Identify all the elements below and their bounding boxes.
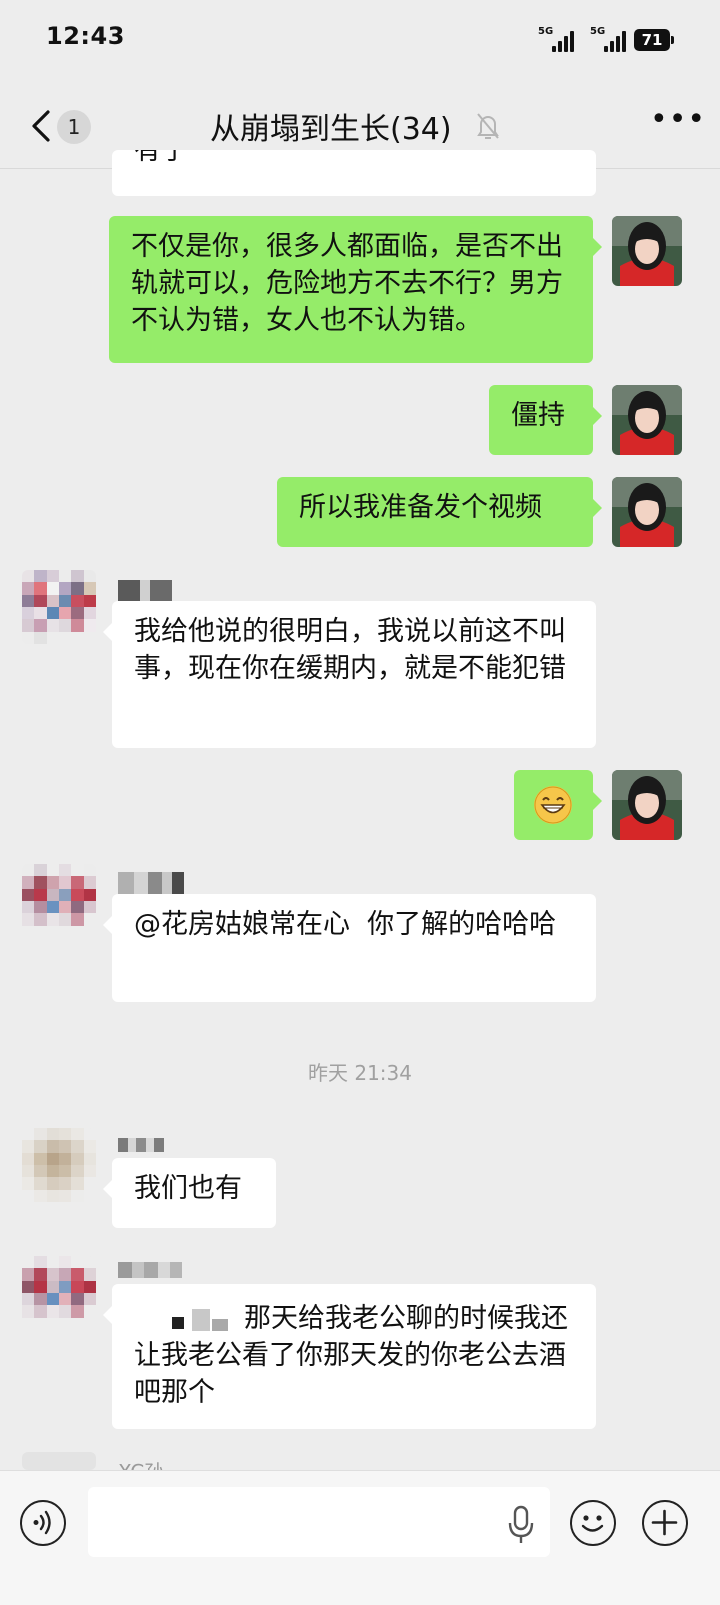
message-text: 我们也有 xyxy=(134,1173,242,1204)
message-text: @花房姑娘常在心 你了解的哈哈哈 xyxy=(134,909,557,940)
pixelated-avatar-image xyxy=(22,1256,96,1330)
message-bubble-incoming[interactable]: 我给他说的很明白，我说以前这不叫事，现在你在缓期内，就是不能犯错 xyxy=(103,601,596,748)
message-text: 我给他说的很明白，我说以前这不叫事，现在你在缓期内，就是不能犯错 xyxy=(134,616,566,684)
voice-icon[interactable] xyxy=(20,1500,66,1546)
plus-icon[interactable] xyxy=(642,1500,688,1546)
self-avatar-image xyxy=(612,216,682,286)
pixelated-avatar-image xyxy=(22,1128,96,1202)
status-bar: 12:43 5G 5G 71 xyxy=(0,0,720,80)
grinning-emoji-icon xyxy=(534,785,572,824)
message-text: 所以我准备发个视频 xyxy=(299,492,542,523)
contact-avatar[interactable] xyxy=(22,864,96,938)
message-text: 僵持 xyxy=(511,400,565,431)
contact-avatar-partial[interactable] xyxy=(22,1452,96,1470)
next-sender-name: XC孙 xyxy=(118,1456,164,1470)
message-bubble-outgoing[interactable]: 不仅是你，很多人都面临，是否不出轨就可以，危险地方不去不行？男方不认为错，女人也… xyxy=(109,216,602,363)
contact-avatar[interactable] xyxy=(22,1256,96,1330)
message-input[interactable] xyxy=(88,1487,550,1557)
sender-name-redacted xyxy=(118,1138,178,1152)
self-avatar-image xyxy=(612,477,682,547)
mic-icon[interactable] xyxy=(508,1505,534,1545)
message-text: 不仅是你，很多人都面临，是否不出轨就可以，危险地方不去不行？男方不认为错，女人也… xyxy=(131,231,563,336)
emoji-icon[interactable] xyxy=(570,1500,616,1546)
sender-name-redacted xyxy=(118,872,188,894)
chat-title: 从崩塌到生长(34) xyxy=(210,112,452,147)
message-timestamp: 昨天 21:34 xyxy=(308,1061,412,1085)
partial-message-bubble: 有了 xyxy=(112,150,596,196)
sender-name-redacted xyxy=(118,1262,184,1278)
self-avatar-image xyxy=(612,385,682,455)
redacted-mention xyxy=(134,1305,244,1335)
battery-icon: 71 xyxy=(634,29,674,51)
contact-avatar[interactable] xyxy=(22,1128,96,1202)
signal-icon: 5G xyxy=(538,26,578,54)
self-avatar[interactable] xyxy=(612,216,682,286)
mute-bell-icon xyxy=(477,113,499,139)
message-bubble-incoming[interactable]: @花房姑娘常在心 你了解的哈哈哈 xyxy=(103,894,596,1002)
self-avatar[interactable] xyxy=(612,477,682,547)
message-bubble-outgoing[interactable]: 所以我准备发个视频 xyxy=(277,477,602,547)
more-icon[interactable]: ••• xyxy=(650,105,705,135)
contact-avatar[interactable] xyxy=(22,570,96,644)
back-icon[interactable] xyxy=(28,106,58,146)
unread-badge[interactable]: 1 xyxy=(57,110,91,144)
pixelated-avatar-image xyxy=(22,570,96,644)
sender-name-redacted xyxy=(118,580,188,602)
status-time: 12:43 xyxy=(46,22,125,50)
input-bar xyxy=(0,1470,720,1605)
self-avatar[interactable] xyxy=(612,385,682,455)
message-bubble-incoming[interactable]: 那天给我老公聊的时候我还让我老公看了你那天发的你老公去酒吧那个 xyxy=(103,1284,596,1429)
self-avatar-image xyxy=(612,770,682,840)
message-bubble-outgoing[interactable] xyxy=(514,770,602,840)
pixelated-avatar-image xyxy=(22,864,96,938)
message-bubble-outgoing[interactable]: 僵持 xyxy=(489,385,602,455)
self-avatar[interactable] xyxy=(612,770,682,840)
message-bubble-incoming[interactable]: 我们也有 xyxy=(103,1158,276,1228)
signal-icon-2: 5G xyxy=(590,26,630,54)
